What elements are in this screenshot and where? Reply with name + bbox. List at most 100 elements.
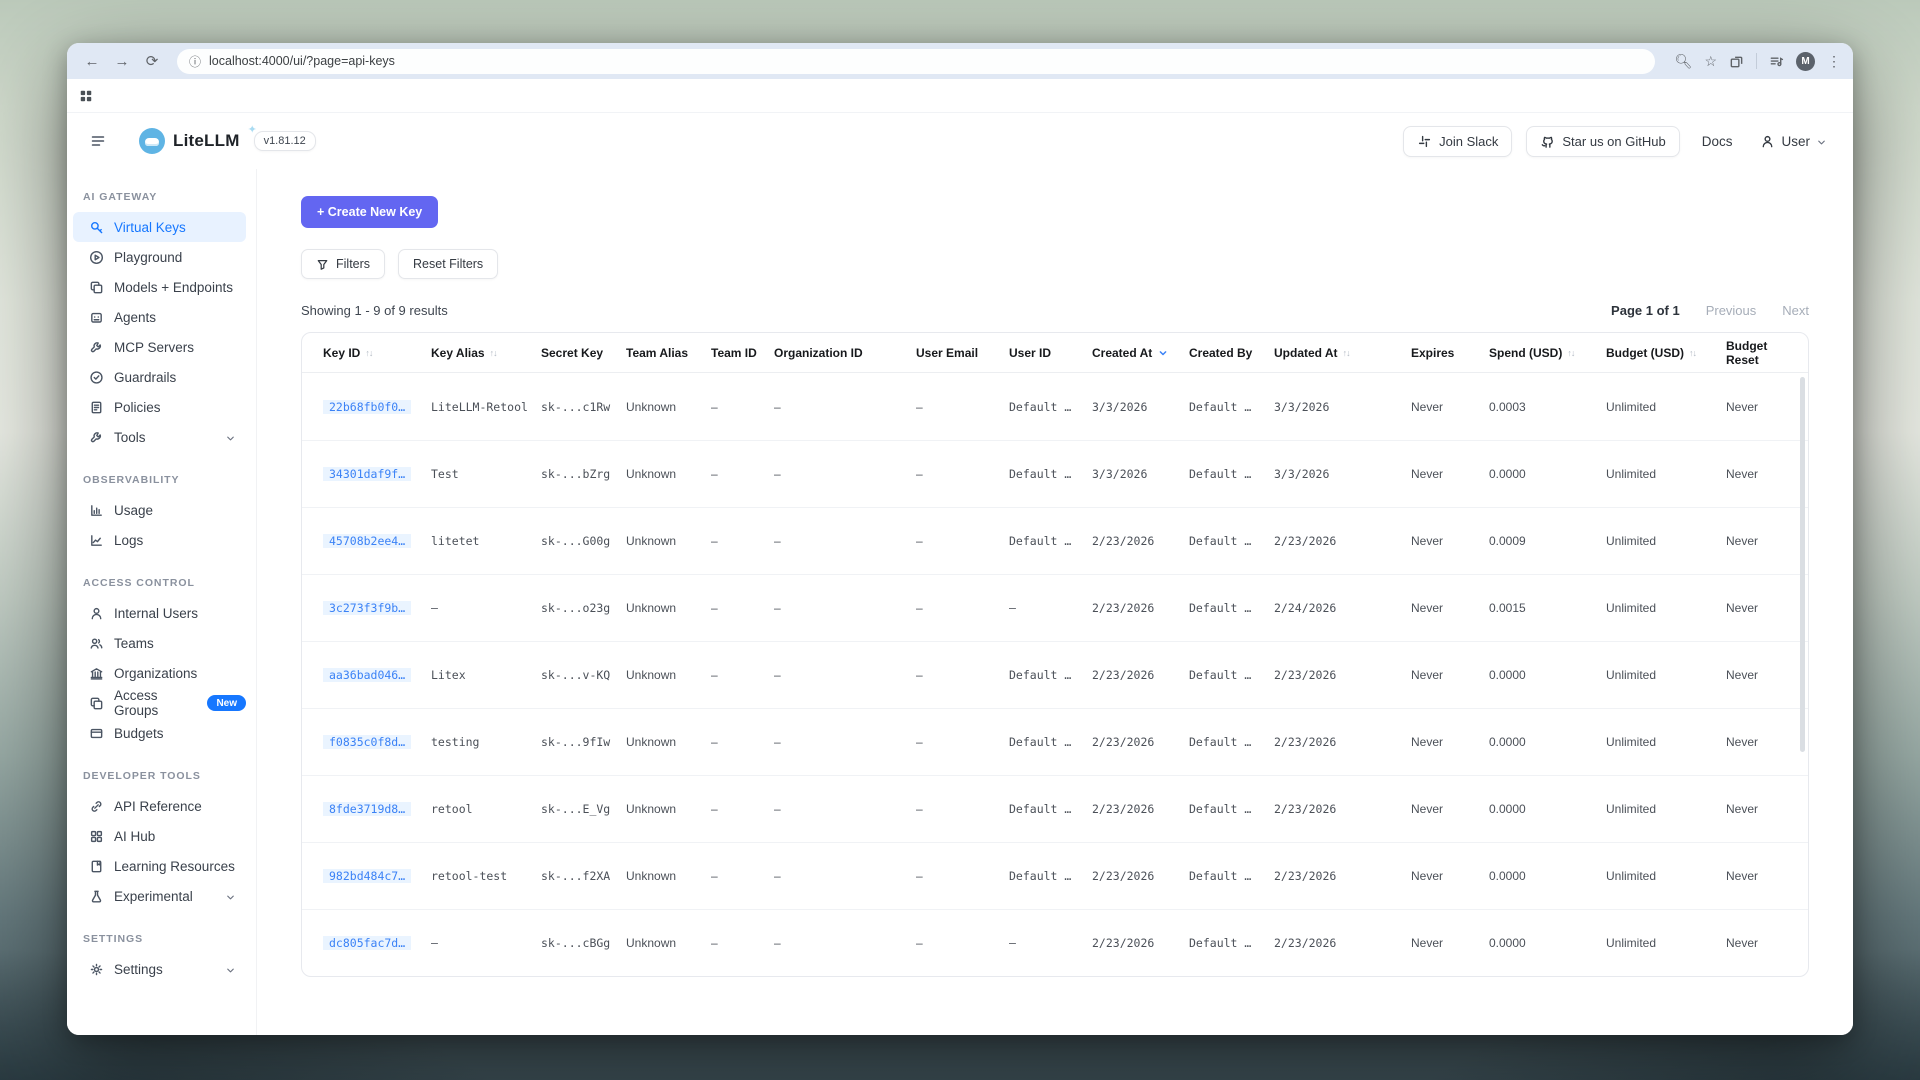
gear-icon bbox=[89, 962, 104, 977]
sidebar-item-agents[interactable]: Agents bbox=[73, 302, 246, 332]
key-id-link[interactable]: 3c273f3f9b… bbox=[323, 601, 411, 615]
secret-key-cell: sk-...f2XA bbox=[541, 869, 626, 883]
sidebar-item-internal-users[interactable]: Internal Users bbox=[73, 598, 246, 628]
sidebar-item-guardrails[interactable]: Guardrails bbox=[73, 362, 246, 392]
table-row[interactable]: 982bd484c7… retool-test sk-...f2XA Unkno… bbox=[302, 842, 1808, 909]
column-header-organization-id[interactable]: Organization ID bbox=[774, 346, 916, 360]
sidebar-item-access-groups[interactable]: Access Groups New bbox=[73, 688, 246, 718]
team-id-cell: – bbox=[711, 802, 774, 816]
sidebar-item-policies[interactable]: Policies bbox=[73, 392, 246, 422]
column-header-updated-at[interactable]: Updated At↑↓ bbox=[1274, 346, 1411, 360]
funnel-icon bbox=[316, 258, 329, 271]
page-info: Page 1 of 1 bbox=[1611, 303, 1680, 318]
created-at-cell: 3/3/2026 bbox=[1092, 467, 1189, 481]
sidebar-item-api-reference[interactable]: API Reference bbox=[73, 791, 246, 821]
filters-button[interactable]: Filters bbox=[301, 249, 385, 279]
previous-button[interactable]: Previous bbox=[1706, 303, 1757, 318]
key-id-link[interactable]: 22b68fb0f0… bbox=[323, 400, 411, 414]
column-header-user-email[interactable]: User Email bbox=[916, 346, 1009, 360]
forward-icon[interactable]: → bbox=[109, 53, 135, 70]
table-row[interactable]: f0835c0f8d… testing sk-...9fIw Unknown –… bbox=[302, 708, 1808, 775]
sidebar-item-models-endpoints[interactable]: Models + Endpoints bbox=[73, 272, 246, 302]
team-alias-cell: Unknown bbox=[626, 400, 711, 414]
site-info-icon[interactable]: ⓘ bbox=[189, 53, 201, 70]
sidebar-item-learning-resources[interactable]: Learning Resources bbox=[73, 851, 246, 881]
column-header-team-id[interactable]: Team ID bbox=[711, 346, 774, 360]
media-controls-icon[interactable] bbox=[1769, 54, 1784, 69]
reset-filters-button[interactable]: Reset Filters bbox=[398, 249, 498, 279]
sidebar-item-settings[interactable]: Settings bbox=[73, 954, 246, 984]
table-row[interactable]: aa36bad046… Litex sk-...v-KQ Unknown – –… bbox=[302, 641, 1808, 708]
sidebar-item-budgets[interactable]: Budgets bbox=[73, 718, 246, 748]
reload-icon[interactable]: ⟳ bbox=[139, 52, 165, 70]
sidebar-item-teams[interactable]: Teams bbox=[73, 628, 246, 658]
docs-link[interactable]: Docs bbox=[1702, 134, 1733, 149]
team-id-cell: – bbox=[711, 936, 774, 950]
create-new-key-button[interactable]: + Create New Key bbox=[301, 196, 438, 228]
key-id-link[interactable]: f0835c0f8d… bbox=[323, 735, 411, 749]
column-header-created-by[interactable]: Created By bbox=[1189, 346, 1274, 360]
column-header-key-alias[interactable]: Key Alias↑↓ bbox=[431, 346, 541, 360]
column-header-team-alias[interactable]: Team Alias bbox=[626, 346, 711, 360]
key-id-link[interactable]: 45708b2ee4… bbox=[323, 534, 411, 548]
secret-key-cell: sk-...bZrg bbox=[541, 467, 626, 481]
chevron-down-icon bbox=[225, 964, 236, 975]
column-header-secret-key[interactable]: Secret Key bbox=[541, 346, 626, 360]
litellm-logo bbox=[139, 128, 165, 154]
browser-profile-avatar[interactable]: M bbox=[1796, 52, 1815, 71]
key-alias-cell: – bbox=[431, 936, 541, 950]
sidebar-item-organizations[interactable]: Organizations bbox=[73, 658, 246, 688]
sidebar-collapse-icon[interactable] bbox=[83, 126, 113, 156]
table-row[interactable]: 8fde3719d8… retool sk-...E_Vg Unknown – … bbox=[302, 775, 1808, 842]
team-alias-cell: Unknown bbox=[626, 601, 711, 615]
column-header-key-id[interactable]: Key ID↑↓ bbox=[323, 346, 431, 360]
zoom-icon[interactable]: 🔍︎ bbox=[1675, 53, 1693, 70]
back-icon[interactable]: ← bbox=[79, 53, 105, 70]
sort-icon: ↑↓ bbox=[365, 348, 372, 358]
apps-grid-icon[interactable] bbox=[79, 89, 93, 103]
user-menu[interactable]: User bbox=[1760, 134, 1827, 149]
sidebar-item-ai-hub[interactable]: AI Hub bbox=[73, 821, 246, 851]
key-id-link[interactable]: 8fde3719d8… bbox=[323, 802, 411, 816]
sidebar-item-logs[interactable]: Logs bbox=[73, 525, 246, 555]
table-row[interactable]: 3c273f3f9b… – sk-...o23g Unknown – – – –… bbox=[302, 574, 1808, 641]
key-id-link[interactable]: 34301daf9f… bbox=[323, 467, 411, 481]
table-row[interactable]: 45708b2ee4… litetet sk-...G00g Unknown –… bbox=[302, 507, 1808, 574]
bookmark-star-icon[interactable]: ☆ bbox=[1704, 53, 1717, 70]
table-row[interactable]: 22b68fb0f0… LiteLLM-Retool sk-...c1Rw Un… bbox=[302, 373, 1808, 440]
sidebar-item-playground[interactable]: Playground bbox=[73, 242, 246, 272]
table-row[interactable]: dc805fac7d… – sk-...cBGg Unknown – – – –… bbox=[302, 909, 1808, 976]
sidebar-item-virtual-keys[interactable]: Virtual Keys bbox=[73, 212, 246, 242]
sidebar-item-tools[interactable]: Tools bbox=[73, 422, 246, 452]
key-alias-cell: Test bbox=[431, 467, 541, 481]
key-id-link[interactable]: dc805fac7d… bbox=[323, 936, 411, 950]
column-header-budget-reset[interactable]: Budget Reset bbox=[1726, 339, 1808, 367]
divider bbox=[1756, 53, 1757, 69]
browser-menu-icon[interactable]: ⋮ bbox=[1827, 53, 1841, 70]
column-header-created-at[interactable]: Created At bbox=[1092, 346, 1189, 360]
join-slack-button[interactable]: Join Slack bbox=[1403, 126, 1512, 157]
column-header-user-id[interactable]: User ID bbox=[1009, 346, 1092, 360]
column-header-budget[interactable]: Budget (USD)↑↓ bbox=[1606, 346, 1726, 360]
sidebar-item-mcp-servers[interactable]: MCP Servers bbox=[73, 332, 246, 362]
column-header-expires[interactable]: Expires bbox=[1411, 346, 1489, 360]
address-bar[interactable]: ⓘ localhost:4000/ui/?page=api-keys bbox=[177, 49, 1655, 74]
updated-at-cell: 2/23/2026 bbox=[1274, 735, 1411, 749]
updated-at-cell: 2/23/2026 bbox=[1274, 936, 1411, 950]
next-button[interactable]: Next bbox=[1782, 303, 1809, 318]
section-label: OBSERVABILITY bbox=[67, 474, 256, 486]
key-id-link[interactable]: 982bd484c7… bbox=[323, 869, 411, 883]
section-label: AI GATEWAY bbox=[67, 191, 256, 203]
spend-cell: 0.0003 bbox=[1489, 400, 1606, 414]
sidebar-item-experimental[interactable]: Experimental bbox=[73, 881, 246, 911]
column-header-spend[interactable]: Spend (USD)↑↓ bbox=[1489, 346, 1606, 360]
created-by-cell: Default … bbox=[1189, 936, 1274, 950]
table-scrollbar[interactable] bbox=[1800, 377, 1805, 752]
key-id-link[interactable]: aa36bad046… bbox=[323, 668, 411, 682]
budget-reset-cell: Never bbox=[1726, 869, 1808, 883]
updated-at-cell: 2/23/2026 bbox=[1274, 869, 1411, 883]
sidebar-item-usage[interactable]: Usage bbox=[73, 495, 246, 525]
star-github-button[interactable]: Star us on GitHub bbox=[1526, 126, 1679, 157]
extensions-icon[interactable] bbox=[1729, 54, 1744, 69]
table-row[interactable]: 34301daf9f… Test sk-...bZrg Unknown – – … bbox=[302, 440, 1808, 507]
